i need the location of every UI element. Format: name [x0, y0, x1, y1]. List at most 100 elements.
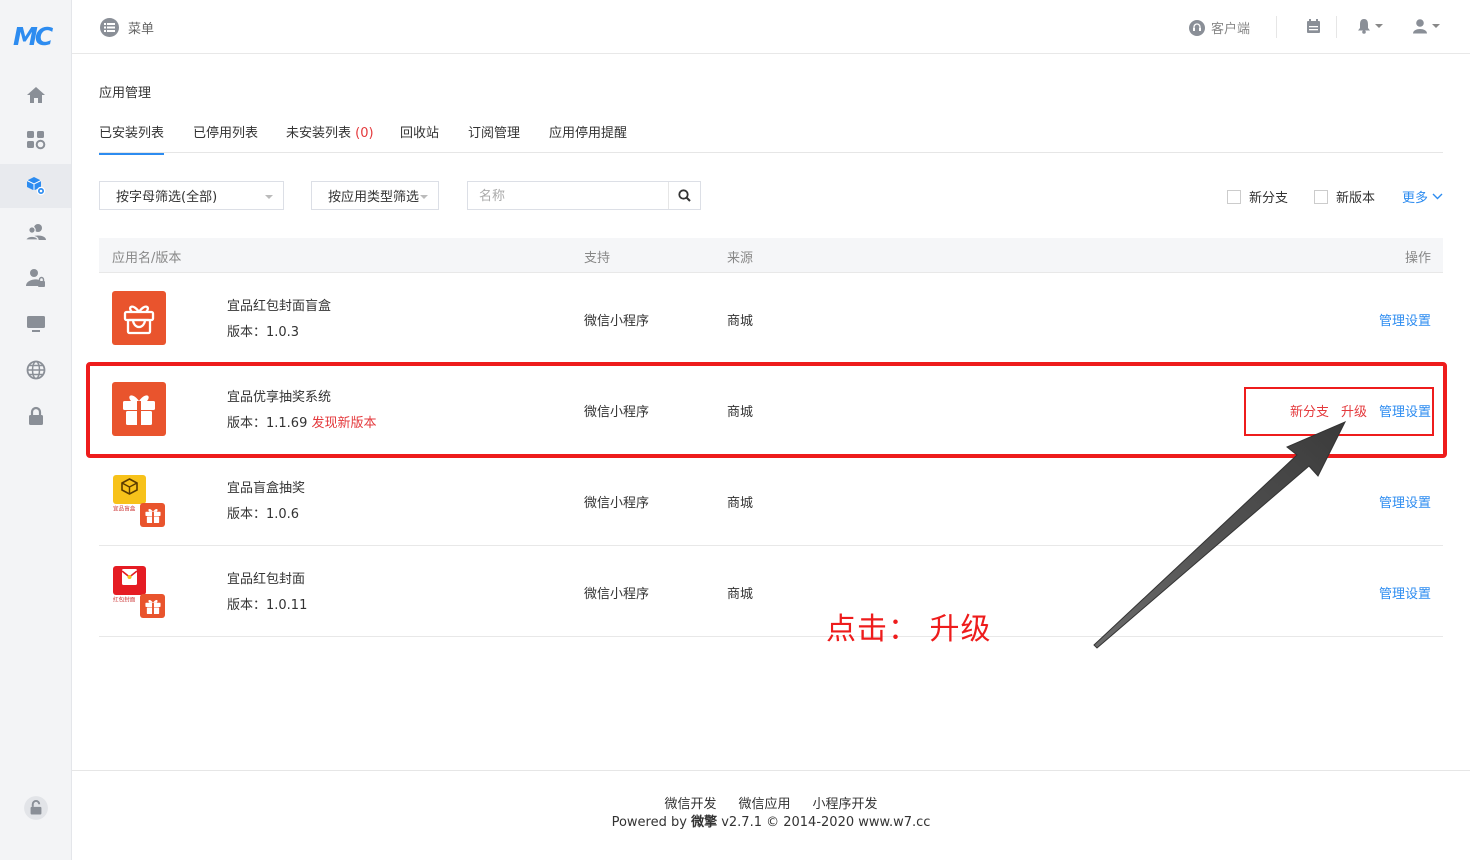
table-row: 宜品优享抽奖系统 版本：1.1.69 发现新版本 微信小程序 商城 新分支 升级…: [99, 364, 1443, 455]
table-row: 红包封面 宜品红包封面 版本：1.0.11 微信小程序 商城 管理设置: [99, 546, 1443, 637]
gift-outline-icon: [123, 305, 155, 335]
sidebar-item-sites[interactable]: [0, 348, 71, 392]
letter-filter-value: 按字母筛选(全部): [116, 190, 218, 205]
app-icon: [112, 382, 166, 436]
tab-subscriptions[interactable]: 订阅管理: [468, 122, 520, 153]
new-version-checkbox[interactable]: [1314, 189, 1328, 204]
gift-icon: [140, 594, 165, 618]
manage-settings-link[interactable]: 管理设置: [1379, 401, 1431, 420]
users-icon: [25, 224, 46, 241]
app-name: 宜品盲盒抽奖: [227, 481, 306, 496]
sidebar-item-app-management[interactable]: [0, 164, 71, 208]
tab-not-installed[interactable]: 未安装列表 (0): [286, 122, 374, 153]
tab-count-badge: (0): [355, 126, 374, 141]
letter-filter-select[interactable]: 按字母筛选(全部): [99, 181, 284, 210]
chevron-down-icon: [1432, 193, 1443, 200]
sidebar-item-user-permissions[interactable]: [0, 256, 71, 300]
new-branch-filter[interactable]: 新分支: [1227, 187, 1288, 206]
sidebar-item-security[interactable]: [0, 394, 71, 438]
sidebar-item-apps[interactable]: [0, 118, 71, 162]
app-support: 微信小程序: [584, 587, 650, 602]
footer-link-miniprogram-dev[interactable]: 小程序开发: [813, 793, 878, 812]
manage-settings-link[interactable]: 管理设置: [1379, 310, 1431, 329]
new-branch-checkbox[interactable]: [1227, 189, 1241, 204]
gift-icon: [140, 503, 165, 527]
header-support: 支持: [584, 251, 611, 266]
powered-brand: 微擎: [691, 815, 718, 830]
new-version-filter[interactable]: 新版本: [1314, 187, 1375, 206]
tab-installed[interactable]: 已安装列表: [99, 122, 165, 155]
footer-link-wechat-apps[interactable]: 微信应用: [738, 793, 790, 812]
sidebar-item-home[interactable]: [0, 73, 71, 117]
header-app: 应用名/版本: [112, 251, 182, 266]
app-source: 商城: [727, 496, 754, 511]
menu-list-icon: [100, 17, 119, 37]
lock-icon: [28, 406, 43, 425]
app-tabs: 已安装列表 已停用列表 未安装列表 (0) 回收站 订阅管理 应用停用提醒: [99, 112, 1443, 155]
table-row: 宜品盲盒 宜品盲盒抽奖 版本：1.0.6 微信小程序 商城 管理设置: [99, 455, 1443, 546]
sidebar-lock-toggle[interactable]: [0, 786, 71, 830]
brand-logo[interactable]: MC: [13, 22, 59, 52]
instruction-callout: 点击： 升级: [826, 612, 992, 647]
globe-icon: [26, 360, 45, 380]
user-lock-icon: [25, 269, 45, 287]
app-support: 微信小程序: [584, 314, 650, 329]
app-support: 微信小程序: [584, 405, 650, 420]
home-icon: [26, 87, 45, 103]
powered-suffix: v2.7.1 © 2014-2020 www.w7.cc: [717, 815, 931, 830]
app-version: 版本：1.0.6: [227, 507, 300, 522]
manage-settings-link[interactable]: 管理设置: [1379, 492, 1431, 511]
new-version-link[interactable]: 发现新版本: [312, 416, 377, 431]
calendar-button[interactable]: [1306, 18, 1321, 34]
type-filter-select[interactable]: 按应用类型筛选: [311, 181, 439, 210]
sidebar-item-users[interactable]: [0, 210, 71, 254]
new-branch-label: 新分支: [1249, 191, 1289, 206]
grid-icon: [26, 131, 45, 150]
user-menu-button[interactable]: [1412, 18, 1440, 34]
search-input[interactable]: [468, 182, 669, 211]
new-branch-link[interactable]: 新分支: [1290, 401, 1329, 420]
header-divider: [1276, 16, 1277, 38]
sidebar-item-monitor[interactable]: [0, 302, 71, 346]
user-icon: [1413, 19, 1427, 34]
more-label: 更多: [1402, 191, 1429, 206]
client-link[interactable]: 客户端: [1189, 18, 1250, 37]
red-envelope-logo-icon: [113, 566, 146, 595]
more-filters-toggle[interactable]: 更多: [1402, 187, 1443, 206]
search-button[interactable]: [668, 182, 700, 209]
upgrade-button[interactable]: 升级: [1341, 401, 1367, 420]
chevron-down-icon: [1375, 24, 1383, 28]
new-version-label: 新版本: [1336, 191, 1376, 206]
app-version-text: 版本：1.1.69: [227, 416, 308, 431]
page-title: 应用管理: [99, 86, 152, 101]
unlock-icon: [23, 796, 48, 820]
tab-recycle-bin[interactable]: 回收站: [400, 122, 439, 153]
footer: 微信开发 微信应用 小程序开发 Powered by 微擎 v2.7.1 © 2…: [72, 770, 1470, 861]
chevron-down-icon: [265, 195, 273, 199]
app-icon: [112, 291, 166, 345]
blindbox-logo-icon: [113, 475, 146, 504]
app-support: 微信小程序: [584, 496, 650, 511]
app-name: 宜品红包封面: [227, 572, 306, 587]
app-version: 版本：1.0.3: [227, 325, 300, 340]
app-icon-caption: 宜品盲盒: [113, 505, 136, 513]
footer-link-wechat-dev[interactable]: 微信开发: [664, 793, 716, 812]
manage-settings-link[interactable]: 管理设置: [1379, 583, 1431, 602]
app-source: 商城: [727, 587, 754, 602]
tab-disable-reminder[interactable]: 应用停用提醒: [549, 122, 627, 153]
client-label: 客户端: [1211, 22, 1251, 37]
app-version: 版本：1.0.11: [227, 598, 308, 613]
search-box: [467, 181, 701, 211]
table-header: 应用名/版本 支持 来源 操作: [99, 238, 1443, 273]
app-version: 版本：1.1.69 发现新版本: [227, 412, 377, 431]
app-name: 宜品红包封面盲盒: [227, 299, 332, 314]
notifications-button[interactable]: [1357, 18, 1383, 34]
app-source: 商城: [727, 405, 754, 420]
tab-disabled[interactable]: 已停用列表: [193, 122, 258, 153]
header-source: 来源: [727, 251, 754, 266]
copyright: Powered by 微擎 v2.7.1 © 2014-2020 www.w7.…: [72, 811, 1470, 830]
powered-prefix: Powered by: [611, 815, 692, 830]
chevron-down-icon: [1432, 24, 1440, 28]
header-divider: [1336, 16, 1337, 38]
menu-toggle[interactable]: 菜单: [100, 17, 154, 37]
